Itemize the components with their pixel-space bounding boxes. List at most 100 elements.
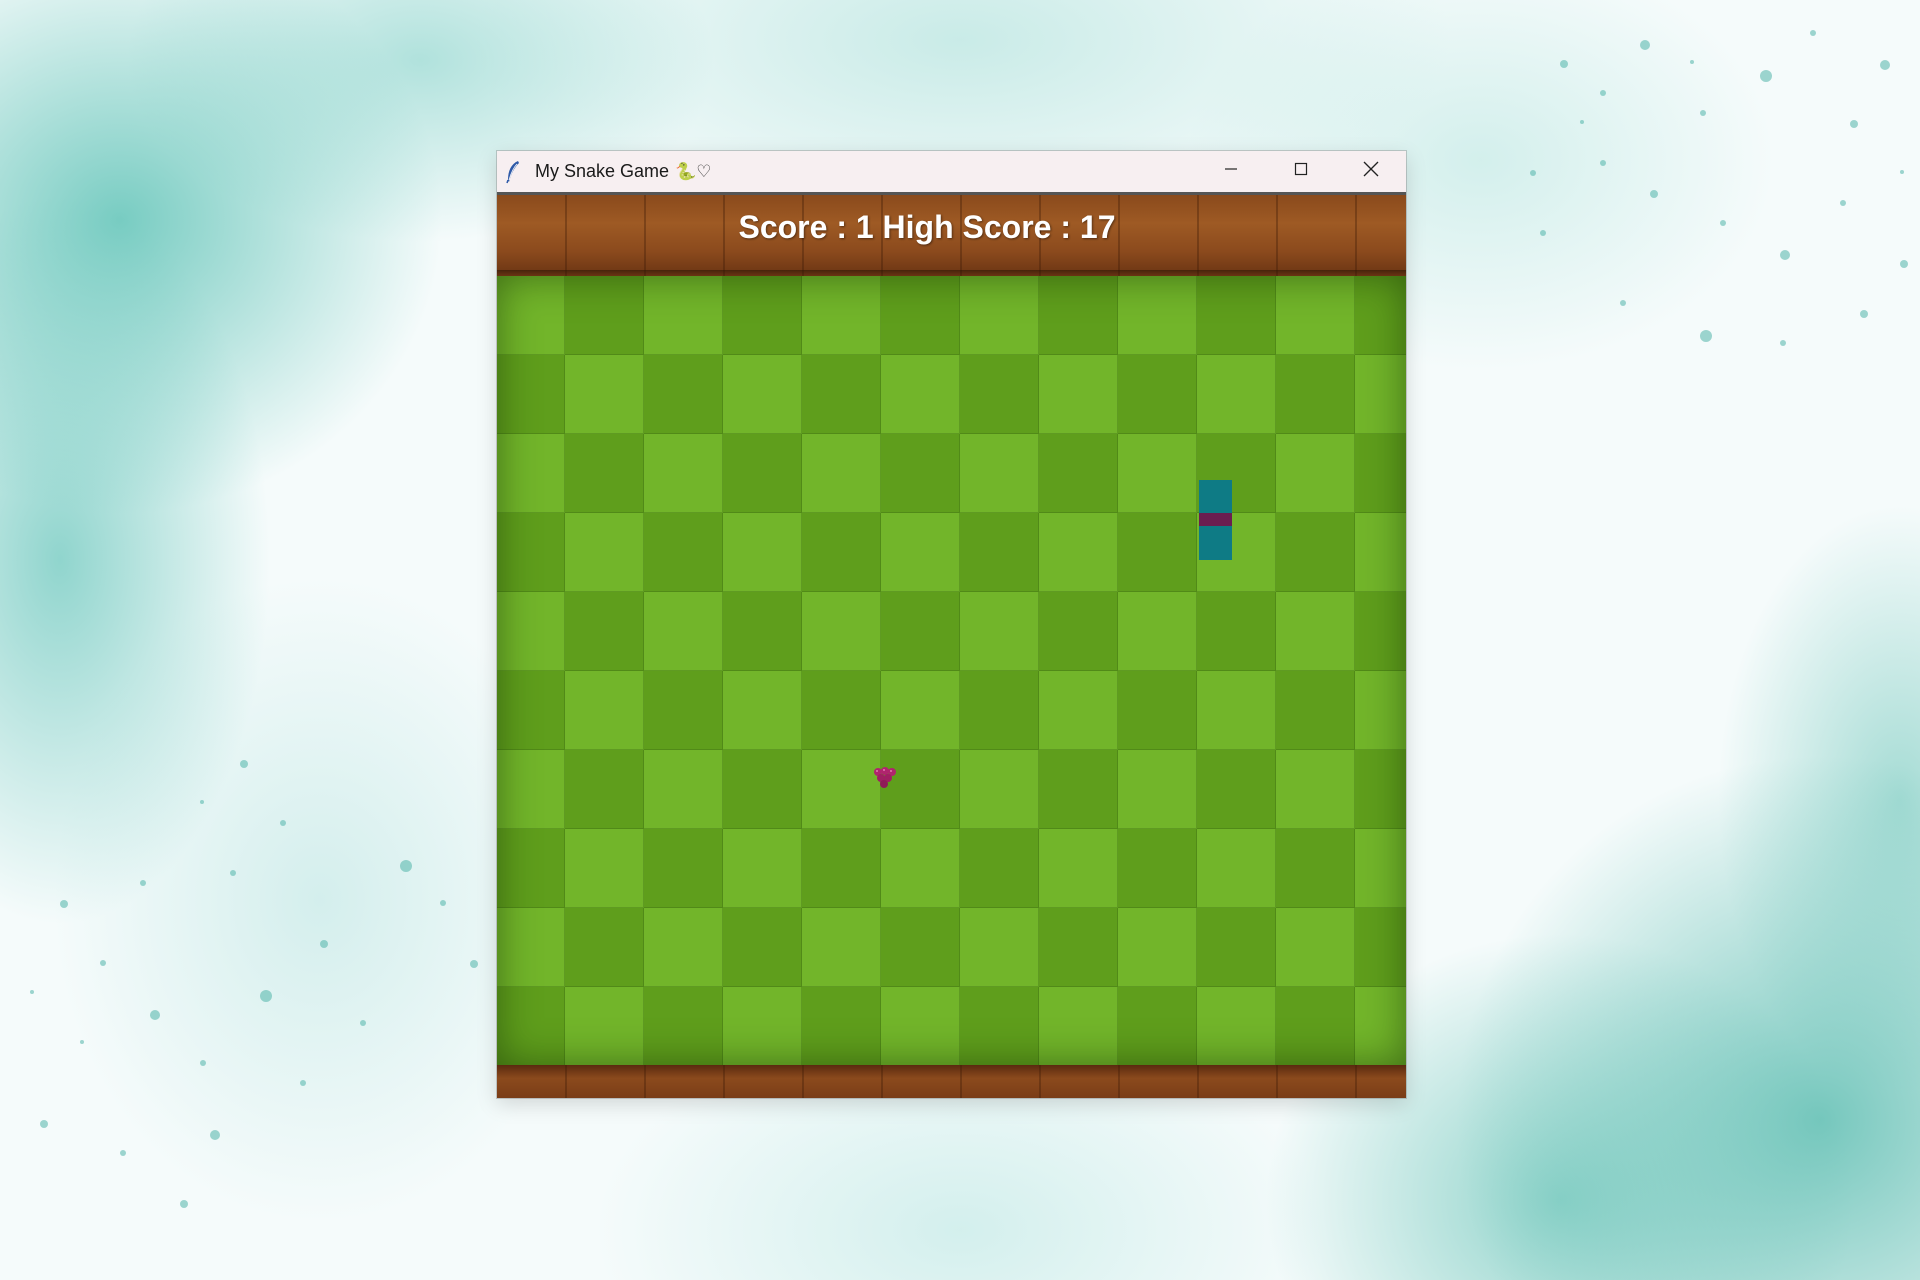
board-tile: [1355, 434, 1406, 513]
board-tile: [1355, 987, 1406, 1066]
board-tile: [881, 829, 960, 908]
board-tile: [802, 276, 881, 355]
board-tile: [1276, 750, 1355, 829]
board-tile: [644, 355, 723, 434]
paint-speckle: [280, 820, 286, 826]
board-tile: [1118, 987, 1197, 1066]
board-tile: [1276, 987, 1355, 1066]
board-tile: [644, 513, 723, 592]
board-tile: [723, 671, 802, 750]
board-tile: [802, 671, 881, 750]
board-tile: [1276, 513, 1355, 592]
snake-heart-emoji: 🐍♡: [675, 161, 712, 182]
board-tile: [1276, 592, 1355, 671]
board-tile: [881, 513, 960, 592]
board-tile: [802, 908, 881, 987]
paint-speckle: [60, 900, 68, 908]
board-tile: [960, 750, 1039, 829]
board-tile: [723, 434, 802, 513]
snake-tail: [1199, 526, 1232, 560]
board-tile: [960, 671, 1039, 750]
board-tile: [497, 987, 565, 1066]
board-tile: [1276, 434, 1355, 513]
board-tile: [723, 513, 802, 592]
board-tile: [565, 513, 644, 592]
board-tile: [497, 750, 565, 829]
board-tile: [644, 434, 723, 513]
board-tile: [1118, 829, 1197, 908]
paint-speckle: [1700, 330, 1712, 342]
board-tile: [960, 513, 1039, 592]
board-tile: [497, 434, 565, 513]
title-bar[interactable]: My Snake Game 🐍♡: [497, 151, 1406, 195]
board-tile: [723, 750, 802, 829]
paint-speckle: [1640, 40, 1650, 50]
board-tile: [1039, 987, 1118, 1066]
board-tile: [497, 671, 565, 750]
board-tile: [1197, 987, 1276, 1066]
close-button[interactable]: [1336, 151, 1406, 192]
board-tile: [497, 513, 565, 592]
paint-speckle: [1540, 230, 1546, 236]
minimize-button[interactable]: [1196, 151, 1266, 192]
board-tile: [1197, 592, 1276, 671]
board-tile: [1039, 592, 1118, 671]
minimize-icon: [1223, 161, 1239, 182]
bottom-border: [497, 1065, 1406, 1098]
paint-speckle: [120, 1150, 126, 1156]
score-panel: Score : 1 High Score : 17: [497, 195, 1406, 276]
board-tile: [802, 513, 881, 592]
board-tile: [1355, 908, 1406, 987]
board-tile: [1197, 750, 1276, 829]
paint-speckle: [1860, 310, 1868, 318]
board-tile: [1039, 829, 1118, 908]
paint-speckle: [440, 900, 446, 906]
board-tile: [1197, 671, 1276, 750]
board-tile: [1197, 355, 1276, 434]
score-text: Score : 1 High Score : 17: [738, 209, 1116, 245]
board-tile: [565, 987, 644, 1066]
board-tile: [565, 276, 644, 355]
board-tile: [1118, 908, 1197, 987]
board-tile: [1197, 829, 1276, 908]
board-tile: [1118, 355, 1197, 434]
paint-speckle: [1580, 120, 1584, 124]
board-tile: [723, 592, 802, 671]
board-tile: [802, 829, 881, 908]
paint-speckle: [360, 1020, 366, 1026]
board-tile: [1355, 355, 1406, 434]
board-tile: [497, 592, 565, 671]
board-tile: [723, 908, 802, 987]
board-tile: [960, 276, 1039, 355]
paint-speckle: [1900, 170, 1904, 174]
paint-speckle: [1840, 200, 1846, 206]
board-tile: [565, 434, 644, 513]
maximize-button[interactable]: [1266, 151, 1336, 192]
board-tile: [960, 987, 1039, 1066]
board-tile: [1118, 671, 1197, 750]
board-tile: [644, 276, 723, 355]
paint-speckle: [1530, 170, 1536, 176]
board-tile: [1355, 750, 1406, 829]
board-tile: [644, 908, 723, 987]
board-tile: [723, 276, 802, 355]
paint-speckle: [200, 1060, 206, 1066]
snake-head: [1199, 480, 1232, 513]
paint-speckle: [150, 1010, 160, 1020]
board-tile: [1039, 671, 1118, 750]
close-icon: [1362, 160, 1380, 183]
board-tile: [1118, 592, 1197, 671]
board-tile: [1039, 750, 1118, 829]
paint-speckle: [40, 1120, 48, 1128]
board-tile: [1355, 829, 1406, 908]
board-tile: [1355, 276, 1406, 355]
grapes-icon: [869, 763, 899, 793]
game-canvas[interactable]: Score : 1 High Score : 17: [497, 195, 1406, 1098]
feather-icon: [505, 159, 523, 185]
board-tile: [881, 355, 960, 434]
paint-speckle: [1780, 340, 1786, 346]
board-tile: [1355, 671, 1406, 750]
paint-speckle: [1600, 90, 1606, 96]
board-tile: [565, 592, 644, 671]
paint-speckle: [1720, 220, 1726, 226]
